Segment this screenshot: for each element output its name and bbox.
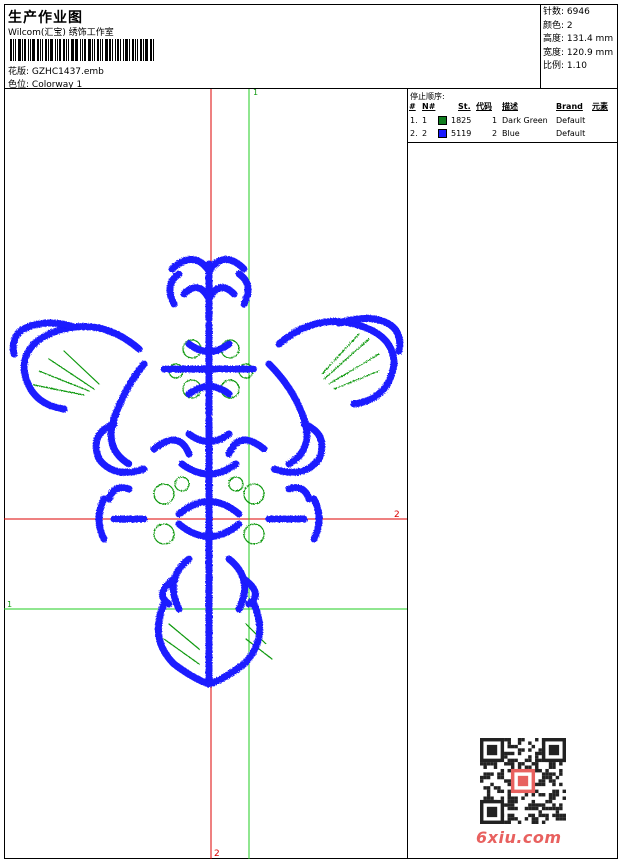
- table-row: 1. 1 1825 1 Dark Green Default: [410, 116, 586, 125]
- embroidery-motif: [9, 256, 404, 688]
- subtitle: Wilcom(汇宝) 绣饰工作室: [8, 28, 114, 38]
- col-header: St.: [458, 102, 471, 111]
- page-title: 生产作业图: [8, 10, 83, 26]
- col-header: Brand: [556, 102, 583, 111]
- col-header: 元素: [592, 102, 608, 111]
- stop-sequence-table: 停止顺序: # N# St. 代码 描述 Brand 元素 1. 1 1825 …: [408, 89, 618, 143]
- stat-height: 高度: 131.4 mm: [543, 34, 614, 44]
- color-swatch: [438, 129, 447, 138]
- design-canvas[interactable]: 1 1 2 2: [4, 89, 408, 859]
- axis-label: 1: [7, 600, 12, 609]
- col-header: N#: [422, 102, 436, 111]
- col-header: 代码: [476, 102, 492, 111]
- stats-panel: 针数: 6946 颜色: 2 高度: 131.4 mm 宽度: 120.9 mm…: [540, 4, 618, 89]
- stat-stitches: 针数: 6946: [543, 7, 590, 17]
- axis-label: 2: [214, 849, 220, 859]
- color-swatch: [438, 116, 447, 125]
- header-panel: 生产作业图 Wilcom(汇宝) 绣饰工作室 花版: GZHC1437.emb …: [4, 4, 540, 90]
- stat-width: 宽度: 120.9 mm: [543, 47, 614, 58]
- axis-label: 2: [394, 510, 400, 520]
- embroidery-preview: 1 1 2 2: [4, 89, 407, 859]
- stat-colors: 颜色: 2: [543, 20, 573, 31]
- qr-code[interactable]: [480, 738, 566, 824]
- col-header: 描述: [502, 102, 518, 111]
- watermark-logo: 6xiu.com: [476, 828, 562, 847]
- design-label: 花版:: [8, 67, 30, 77]
- table-row: 2. 2 5119 2 Blue Default: [410, 129, 586, 138]
- table-header-row: # N# St. 代码 描述 Brand 元素: [408, 101, 618, 113]
- design-value: GZHC1437.emb: [31, 67, 104, 77]
- col-header: #: [409, 102, 416, 111]
- axis-label: 1: [253, 89, 258, 97]
- stat-scale: 比例: 1.10: [543, 61, 587, 71]
- barcode: [10, 39, 155, 61]
- blue-stitches: [9, 256, 404, 688]
- design-name-line: 花版: GZHC1437.emb: [8, 64, 104, 77]
